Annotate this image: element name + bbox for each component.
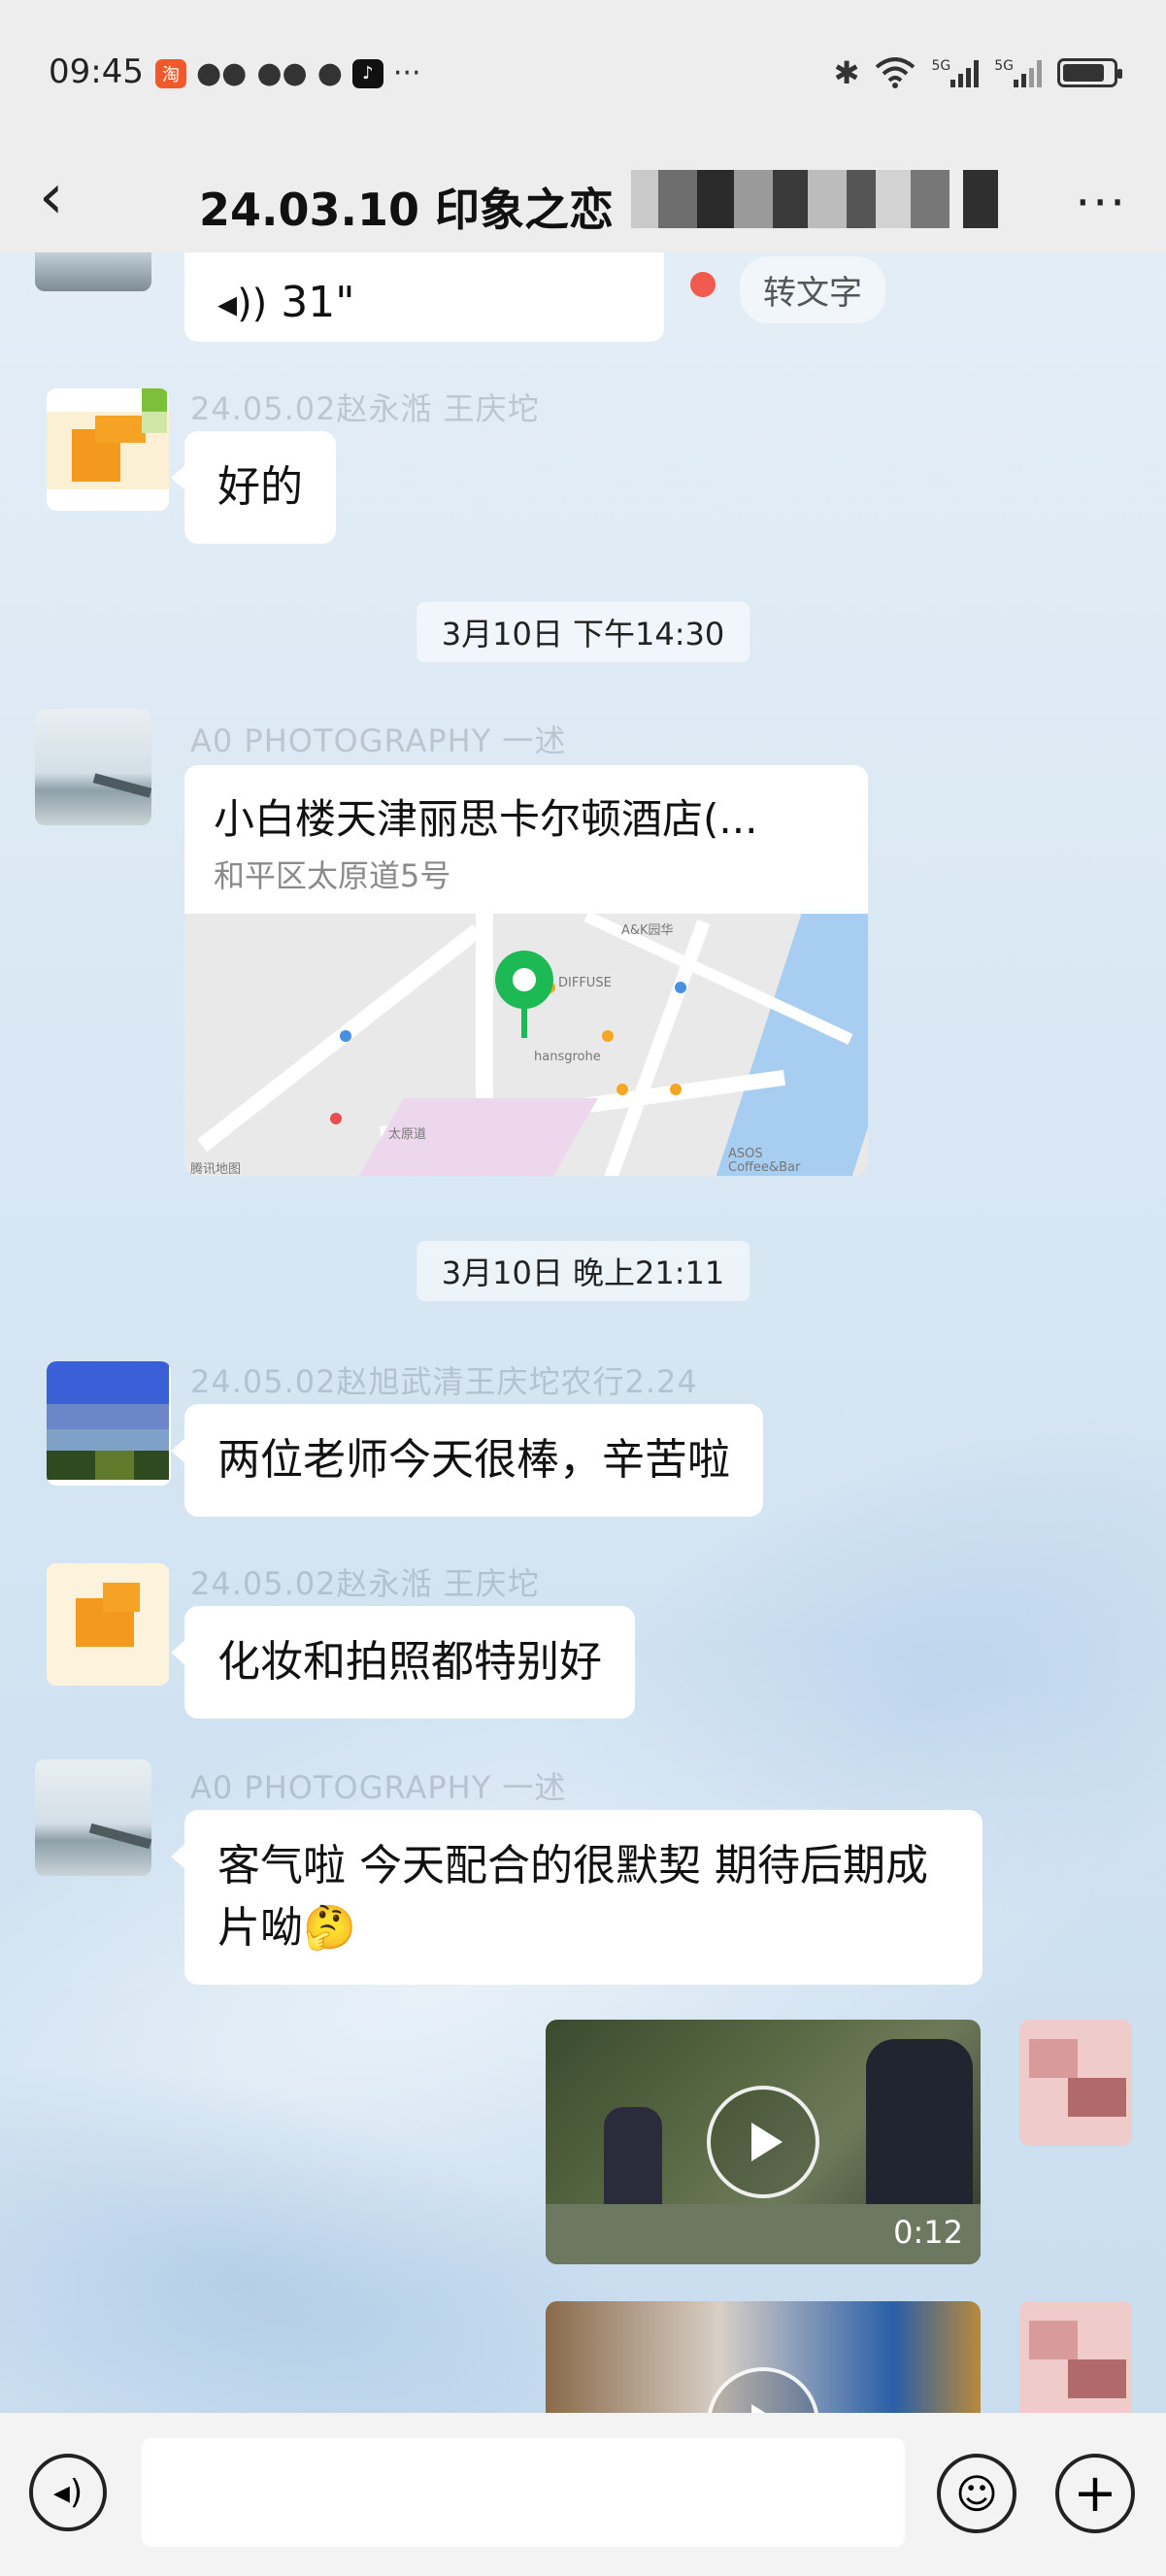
more-notifications-icon: ··· <box>392 56 421 90</box>
back-arrow-icon[interactable]: ‹ <box>39 153 97 241</box>
video-message[interactable]: 0:12 <box>546 2020 981 2264</box>
cellular-signal-2: 5G <box>994 58 1042 87</box>
cellular-signal-1: 5G <box>931 58 980 87</box>
message-bubble[interactable]: 好的 <box>171 431 336 544</box>
sender-name: 24.05.02赵永湉 王庆坨 <box>190 390 540 427</box>
play-icon[interactable] <box>707 2086 819 2198</box>
to-text-button[interactable]: 转文字 <box>740 256 885 323</box>
voice-duration: 31" <box>281 278 355 327</box>
map-label: ASOS <box>728 1147 763 1161</box>
sender-name: 24.05.02赵永湉 王庆坨 <box>190 1565 540 1602</box>
notification-icons: 淘 ●● ●● ● ♪ ··· <box>155 56 421 90</box>
bluetooth-icon: ✱ <box>833 54 860 91</box>
map-label: Coffee&Bar <box>728 1160 801 1175</box>
sender-name: 24.05.02赵旭武清王庆坨农行2.24 <box>190 1363 698 1400</box>
voice-input-icon[interactable]: ◂) <box>29 2454 107 2531</box>
wifi-icon <box>876 57 916 88</box>
voice-wave-icon: ◂)) <box>217 282 268 326</box>
message-bubble[interactable]: 化妆和拍照都特别好 <box>171 1606 635 1719</box>
location-title: 小白楼天津丽思卡尔顿酒店(... <box>214 795 758 843</box>
sender-name: A0 PHOTOGRAPHY 一述 <box>190 1769 567 1806</box>
map-label: DIFFUSE <box>558 976 612 990</box>
message-bubble[interactable]: 客气啦 今天配合的很默契 期待后期成片呦🤔 <box>171 1810 983 1985</box>
chat-title: 24.03.10 印象之恋 <box>199 184 615 236</box>
shopping-app-icon: 淘 <box>155 58 186 88</box>
avatar[interactable] <box>35 1759 151 1876</box>
video-duration: 0:12 <box>893 2214 963 2251</box>
avatar[interactable] <box>1019 2301 1132 2413</box>
video-message[interactable] <box>546 2301 981 2413</box>
message-input[interactable] <box>142 2438 905 2547</box>
emoji-icon[interactable]: ☺ <box>937 2454 1016 2533</box>
timestamp: 3月10日 晚上21:11 <box>416 1241 750 1301</box>
system-indicators: ✱ 5G 5G <box>833 54 1122 91</box>
wechat-icon: ●● <box>256 56 308 90</box>
message-bubble[interactable]: 两位老师今天很棒，辛苦啦 <box>171 1404 763 1517</box>
battery-icon <box>1057 58 1122 87</box>
tiktok-icon: ♪ <box>351 58 383 88</box>
redacted-title-mosaic <box>631 170 998 228</box>
play-icon[interactable] <box>707 2367 819 2413</box>
avatar[interactable] <box>1019 2020 1132 2146</box>
timestamp: 3月10日 下午14:30 <box>416 602 750 662</box>
more-dots-icon[interactable]: ··· <box>1075 175 1127 231</box>
wechat-icon: ●● <box>196 56 248 90</box>
avatar[interactable] <box>47 1563 169 1686</box>
map-provider-logo: 腾讯地图 <box>190 1162 242 1176</box>
chat-header: ‹ 24.03.10 印象之恋 ··· <box>0 146 1166 252</box>
status-bar: 09:45 淘 ●● ●● ● ♪ ··· ✱ 5G 5G <box>0 0 1166 146</box>
location-map[interactable]: A&K园华 DIFFUSE hansgrohe ASOS Coffee&Bar … <box>184 914 868 1176</box>
status-time: 09:45 <box>49 52 144 91</box>
avatar[interactable] <box>35 709 151 825</box>
location-pin-icon <box>495 951 553 1038</box>
map-label: A&K园华 <box>621 923 674 938</box>
location-card[interactable]: 小白楼天津丽思卡尔顿酒店(... 和平区太原道5号 A&K园华 DIFFUSE … <box>184 765 868 1176</box>
map-label: hansgrohe <box>534 1050 601 1064</box>
voice-message-bubble[interactable]: ◂)) 31" <box>171 252 664 342</box>
avatar[interactable] <box>47 388 169 511</box>
map-label: 太原道 <box>388 1127 427 1142</box>
unread-voice-dot <box>690 272 716 297</box>
avatar[interactable] <box>47 1361 171 1486</box>
sender-name: A0 PHOTOGRAPHY 一述 <box>190 722 567 759</box>
location-address: 和平区太原道5号 <box>214 857 451 894</box>
message-icon: ● <box>316 56 343 90</box>
chat-message-list[interactable]: ◂)) 31" 转文字 24.05.02赵永湉 王庆坨 好的 3月10日 下午14… <box>0 252 1166 2413</box>
avatar[interactable] <box>35 252 151 291</box>
plus-icon[interactable]: + <box>1055 2454 1135 2533</box>
input-bar: ◂) ☺ + <box>0 2413 1166 2576</box>
